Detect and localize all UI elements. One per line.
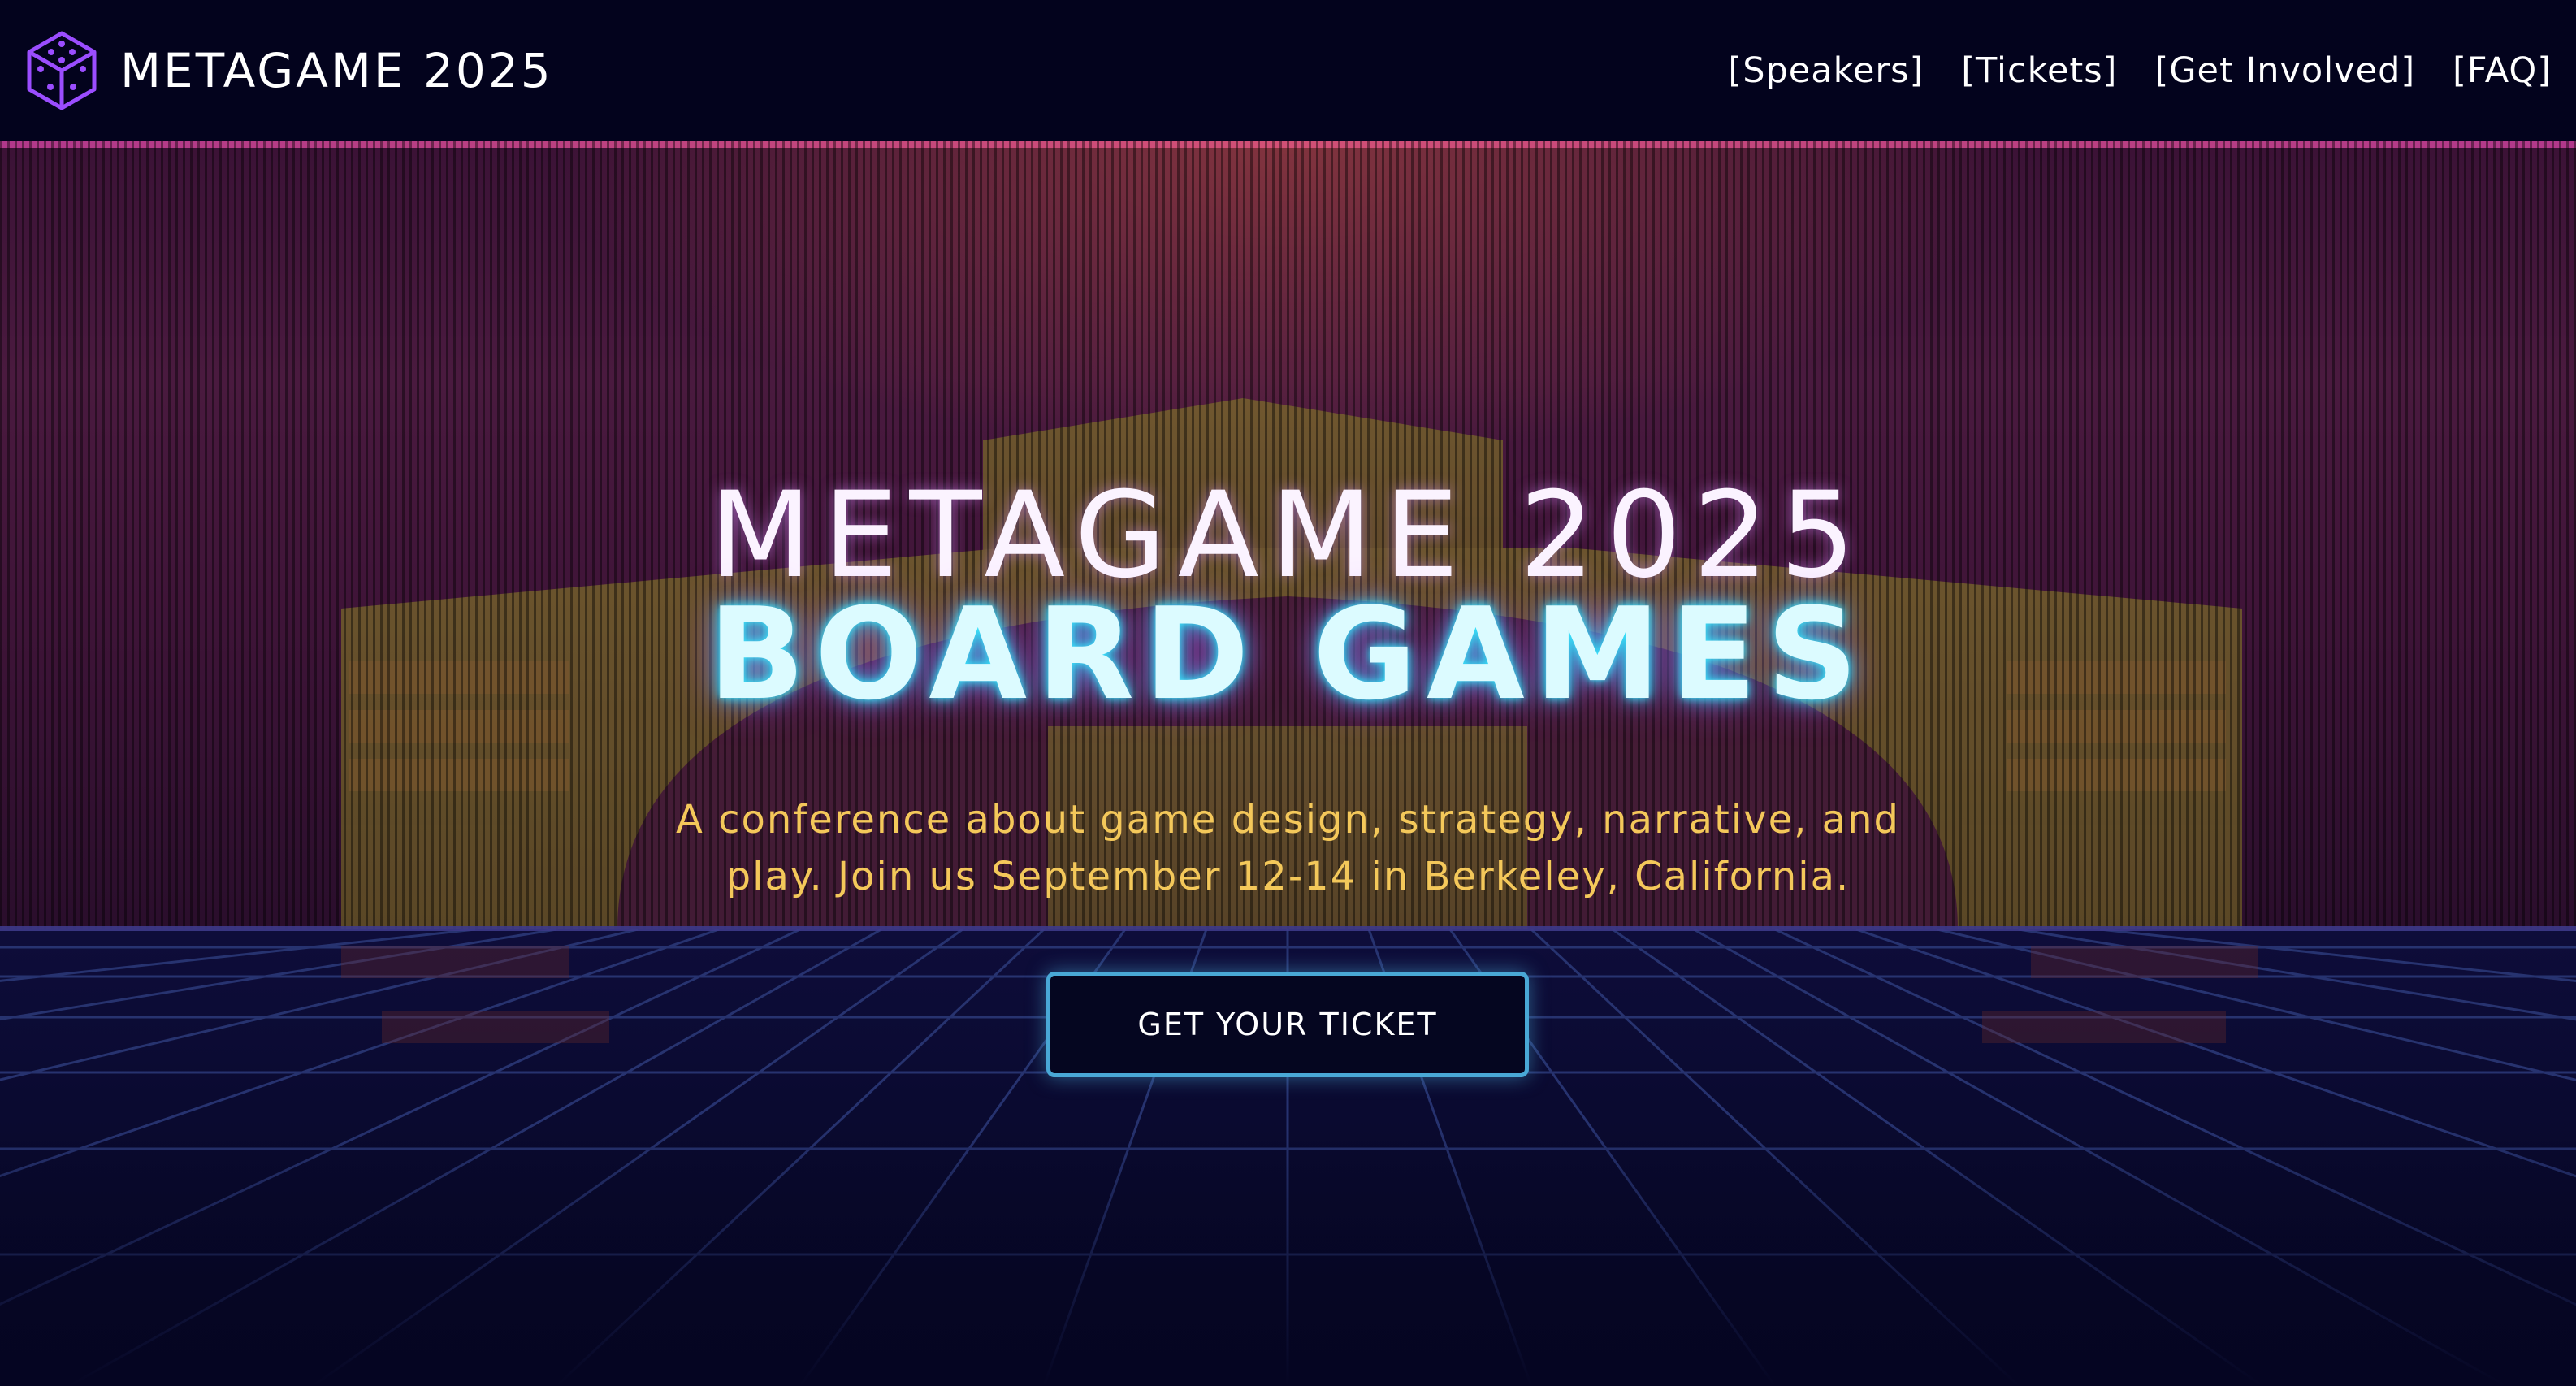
hero-section: METAGAME 2025 BOARD GAMES A conference a…: [0, 141, 2576, 1386]
brand-home-link[interactable]: METAGAME 2025: [24, 30, 553, 111]
hero-description: A conference about game design, strategy…: [676, 797, 1900, 899]
dice-icon: [27, 31, 97, 110]
nav-links: [Speakers] [Tickets] [Get Involved] [FAQ…: [1728, 50, 2552, 91]
get-ticket-button[interactable]: GET YOUR TICKET: [1046, 972, 1529, 1077]
top-navbar: METAGAME 2025 [Speakers] [Tickets] [Get …: [0, 0, 2576, 141]
nav-link-get-involved[interactable]: [Get Involved]: [2154, 50, 2415, 91]
hero-content: METAGAME 2025 BOARD GAMES A conference a…: [0, 141, 2576, 1386]
nav-link-speakers[interactable]: [Speakers]: [1728, 50, 1924, 91]
nav-link-faq[interactable]: [FAQ]: [2453, 50, 2552, 91]
brand-title: METAGAME 2025: [120, 43, 553, 98]
hero-subtitle-neon: BOARD GAMES: [708, 580, 1868, 728]
nav-link-tickets[interactable]: [Tickets]: [1961, 50, 2117, 91]
